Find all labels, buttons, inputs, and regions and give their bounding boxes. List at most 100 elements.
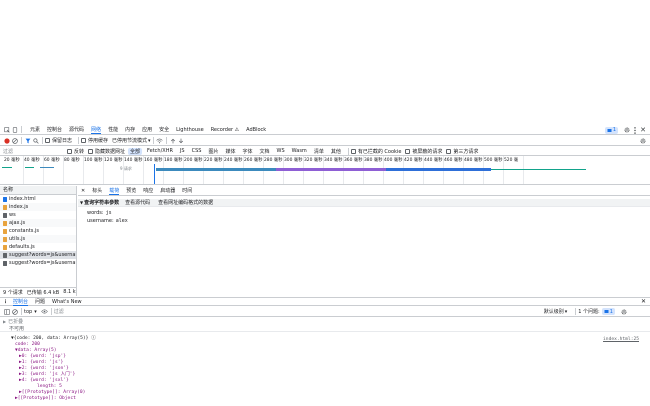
devtools-tab-7[interactable]: 安全 [159, 126, 169, 133]
eye-icon[interactable] [41, 308, 49, 316]
settings-gear-icon[interactable] [623, 126, 631, 134]
request-row[interactable]: ws [0, 211, 76, 219]
devtools-tab-5[interactable]: 内存 [125, 126, 135, 133]
detail-tab-5[interactable]: 时间 [182, 187, 192, 194]
devtools-tab-2[interactable]: 源代码 [69, 126, 84, 133]
issues-badge[interactable]: 1 [604, 126, 618, 134]
close-detail-icon[interactable]: ✕ [81, 188, 85, 194]
throttling-value: 已停用节流模式 [112, 138, 148, 144]
console-line[interactable]: ▶[[Prototype]]: Object [0, 396, 650, 402]
inspect-element-icon[interactable] [3, 126, 11, 134]
type-filter-10[interactable]: 清单 [312, 148, 326, 155]
hide-data-urls-checkbox[interactable] [88, 148, 94, 154]
clear-icon[interactable] [11, 137, 19, 145]
script-icon [3, 228, 7, 234]
devtools-tab-0[interactable]: 元素 [30, 126, 40, 133]
divider [347, 147, 349, 155]
query-params-section-header[interactable]: ▼ 查询字符串参数 查看源代码 查看网址编码格式的数据 [78, 199, 650, 207]
chevron-down-icon: ▾ [564, 308, 568, 315]
chevron-down-icon: ▾ [34, 308, 37, 315]
console-group[interactable]: ▶ 已折叠 [0, 318, 650, 325]
throttling-select[interactable]: 已停用节流模式 ▾ [112, 137, 151, 145]
device-toolbar-icon[interactable] [11, 126, 19, 134]
request-row[interactable]: index.js [0, 203, 76, 211]
drawer-tab-2[interactable]: What's New [52, 299, 82, 305]
request-row[interactable]: constants.js [0, 227, 76, 235]
detail-tab-2[interactable]: 预览 [126, 187, 136, 194]
console-issues-badge[interactable]: 1 [601, 308, 615, 315]
type-filter-2[interactable]: JS [178, 148, 187, 154]
type-filter-5[interactable]: 媒体 [223, 148, 237, 155]
detail-tab-3[interactable]: 响应 [143, 187, 153, 194]
type-filter-3[interactable]: CSS [190, 148, 204, 154]
request-row[interactable]: utils.js [0, 235, 76, 243]
request-row[interactable]: defaults.js [0, 243, 76, 251]
drawer-menu-icon[interactable]: ⋮ [3, 299, 8, 305]
timeline-tick-label: 40 毫秒 [24, 158, 40, 163]
import-har-icon[interactable] [169, 137, 177, 145]
blocked-requests-checkbox[interactable] [405, 148, 411, 154]
overview-timeline[interactable]: 20 毫秒 40 毫秒 60 毫秒 80 毫秒 100 毫秒 120 毫秒 140 毫秒 16… [0, 156, 650, 185]
filter-input[interactable]: 过滤 [3, 148, 67, 155]
type-filter-11[interactable]: 其他 [329, 148, 343, 155]
console-filter-input[interactable]: 过滤 [54, 308, 544, 315]
detail-tab-0[interactable]: 标头 [92, 187, 102, 194]
invert-checkbox[interactable] [67, 148, 72, 154]
waterfall-segment-xhr [386, 168, 491, 171]
request-row[interactable]: index.html [0, 195, 76, 203]
sidebar-toggle-icon[interactable] [3, 308, 11, 316]
devtools-tab-4[interactable]: 性能 [108, 126, 118, 133]
drawer-tab-1[interactable]: 问题 [35, 298, 45, 305]
record-icon[interactable] [3, 137, 11, 145]
type-filter-8[interactable]: WS [275, 148, 287, 154]
third-party-label: 第三方请求 [453, 148, 479, 155]
third-party-checkbox[interactable] [446, 148, 452, 154]
devtools-tab-10[interactable]: AdBlock [246, 127, 266, 133]
network-settings-gear-icon[interactable] [639, 137, 647, 145]
detail-tab-4[interactable]: 启动器 [160, 187, 175, 194]
request-row[interactable]: suggest?words=js&usernam… [0, 251, 76, 259]
console-source-link[interactable]: index.html:25 [603, 337, 639, 342]
type-filter-4[interactable]: 图片 [206, 148, 220, 155]
network-conditions-icon[interactable] [156, 137, 164, 145]
name-column-header[interactable]: 名称 [0, 186, 76, 195]
xhr-icon [3, 260, 7, 266]
preserve-log-checkbox[interactable] [45, 138, 50, 143]
devtools-tab-3[interactable]: 网络 [91, 126, 102, 134]
type-filter-1[interactable]: Fetch/XHR [145, 148, 175, 154]
waterfall-segment-waiting [156, 168, 276, 171]
log-levels-select[interactable]: 默认级别 ▾ [543, 308, 568, 316]
more-options-icon[interactable] [631, 126, 639, 134]
devtools-tab-6[interactable]: 应用 [142, 126, 152, 133]
request-row[interactable]: suggest?words=js&usernam… [0, 259, 76, 267]
search-icon[interactable] [32, 137, 40, 145]
request-row[interactable]: ajax.js [0, 219, 76, 227]
blocked-cookies-checkbox[interactable] [350, 148, 356, 154]
drawer-tab-0[interactable]: 控制台 [13, 298, 29, 306]
type-filter-7[interactable]: 文档 [258, 148, 272, 155]
export-har-icon[interactable] [177, 137, 185, 145]
timeline-tick-label: 260 毫秒 [244, 158, 263, 163]
log-levels-value: 默认级别 [543, 309, 564, 315]
close-drawer-icon[interactable]: ✕ [641, 298, 646, 305]
filter-icon[interactable] [24, 137, 32, 145]
disable-cache-checkbox[interactable] [81, 138, 87, 143]
divider [21, 126, 22, 133]
divider [21, 137, 22, 144]
detail-tab-1[interactable]: 载荷 [109, 187, 120, 195]
clear-console-icon[interactable] [11, 308, 19, 316]
timeline-tick-label: 140 毫秒 [124, 158, 143, 163]
console-settings-gear-icon[interactable] [620, 308, 628, 316]
triangle-down-icon: ▼ [80, 200, 84, 205]
type-filter-9[interactable]: Wasm [290, 148, 309, 154]
type-filter-6[interactable]: 字体 [240, 148, 254, 155]
close-devtools-icon[interactable]: ✕ [639, 126, 647, 134]
context-select[interactable]: top ▾ [24, 309, 37, 315]
view-url-encoded-link[interactable]: 查看网址编码格式的数据 [158, 199, 213, 206]
devtools-tab-1[interactable]: 控制台 [47, 126, 62, 133]
type-filter-0[interactable]: 全部 [128, 147, 143, 155]
devtools-tab-8[interactable]: Lighthouse [176, 127, 204, 133]
timeline-tick-label: 380 毫秒 [364, 158, 383, 163]
devtools-tab-9[interactable]: Recorder ⚠ [211, 127, 239, 133]
view-source-link[interactable]: 查看源代码 [125, 199, 150, 206]
